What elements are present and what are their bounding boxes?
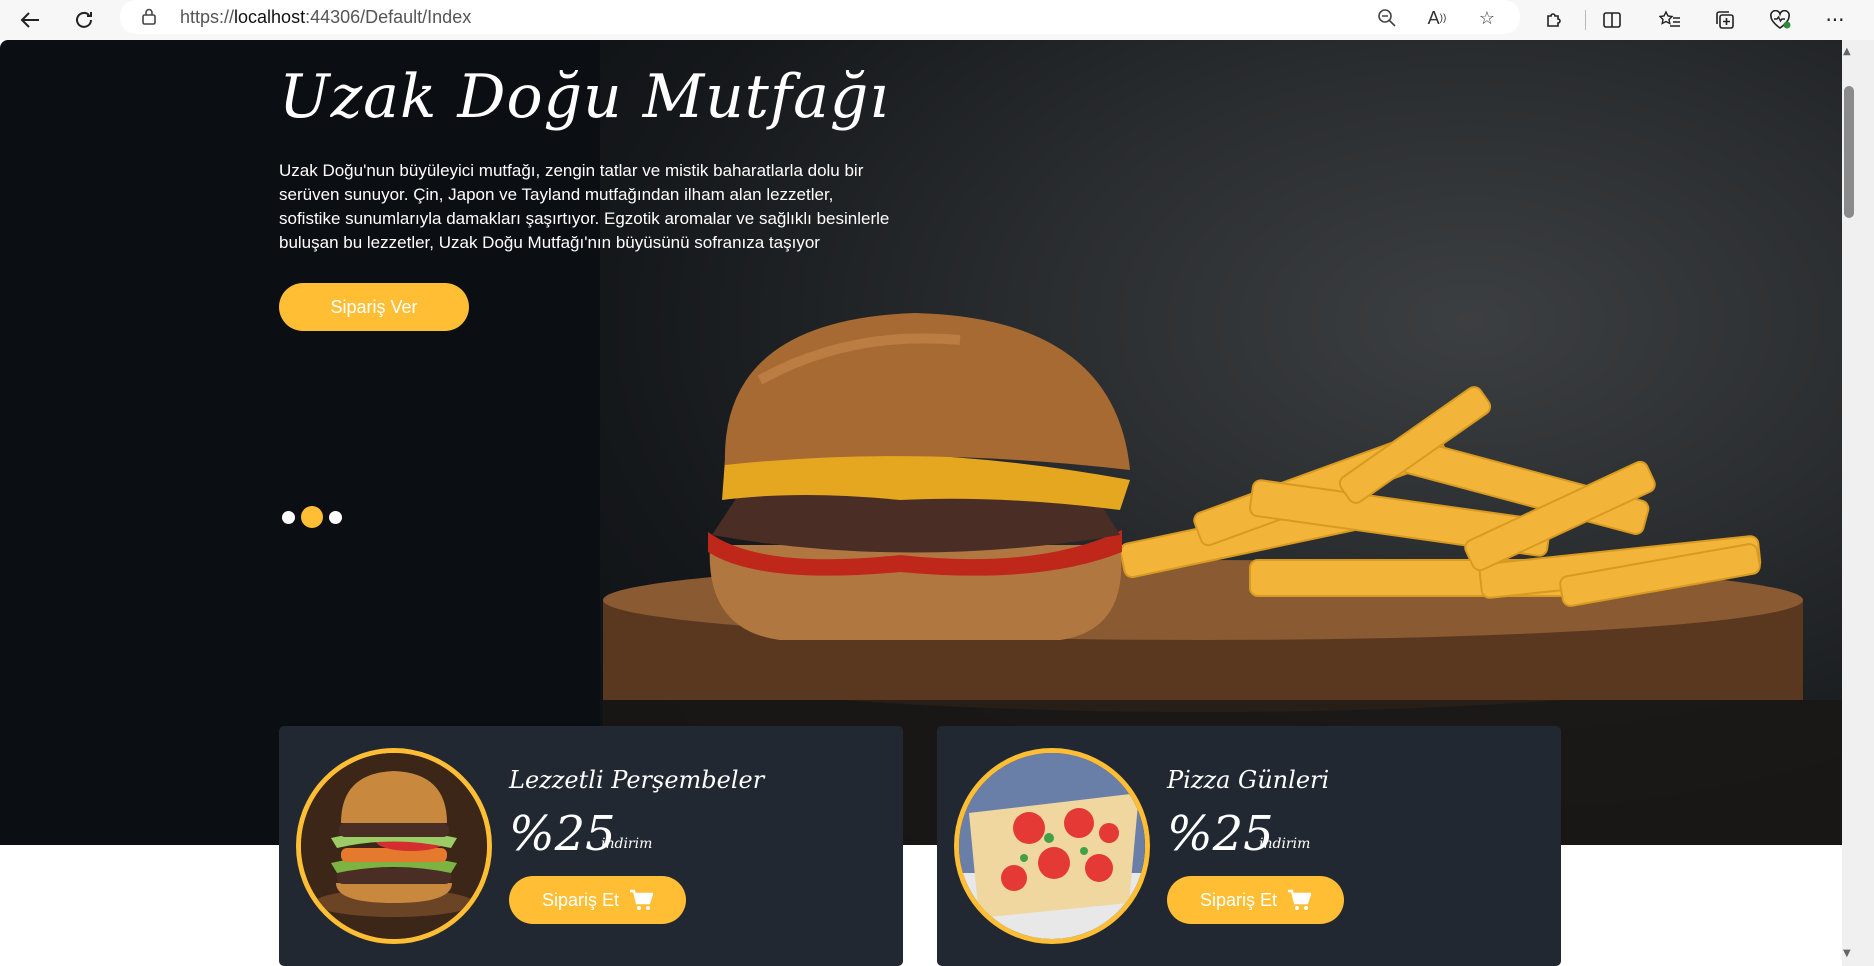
collections-icon[interactable] (1709, 4, 1741, 36)
scrollbar-thumb[interactable] (1844, 86, 1854, 218)
toolbar-divider (1585, 10, 1586, 30)
carousel-dot-1[interactable] (282, 510, 295, 524)
burger-fries-photo (603, 313, 1842, 845)
order-button[interactable]: Sipariş Ver (279, 283, 469, 331)
zoom-out-icon[interactable] (1375, 6, 1399, 30)
offer-card: Lezzetli Perşembeler %25 indirim Sipariş… (279, 726, 903, 966)
offer-percent: %25 (509, 806, 616, 862)
order-now-label: Sipariş Et (541, 889, 620, 910)
order-now-button[interactable]: Sipariş Et (1167, 876, 1344, 924)
carousel-dot-3[interactable] (329, 510, 342, 524)
address-bar[interactable]: https://localhost:44306/Default/Index A)… (120, 0, 1520, 34)
carousel-dot-2[interactable] (301, 506, 323, 528)
hero-section: Uzak Doğu Mutfağı Uzak Doğu'nun büyüleyi… (0, 40, 1842, 845)
order-now-button[interactable]: Sipariş Et (509, 876, 686, 924)
offer-off-label: indirim (1259, 836, 1311, 852)
browser-essentials-icon[interactable] (1764, 4, 1796, 36)
favorite-star-icon[interactable]: ☆ (1475, 6, 1499, 30)
cart-icon (1288, 889, 1312, 910)
url-text[interactable]: https://localhost:44306/Default/Index (180, 7, 471, 28)
back-icon[interactable] (14, 4, 46, 36)
carousel-indicators (282, 506, 342, 528)
scroll-down-arrow-icon[interactable]: ▼ (1843, 948, 1851, 959)
scroll-up-arrow-icon[interactable]: ▲ (1843, 46, 1851, 57)
cart-icon (630, 889, 654, 910)
browser-toolbar: https://localhost:44306/Default/Index A)… (0, 0, 1874, 40)
offer-percent: %25 (1167, 806, 1274, 862)
offer-pizza-image (954, 748, 1150, 944)
split-screen-icon[interactable] (1596, 4, 1628, 36)
hero-description: Uzak Doğu'nun büyüleyici mutfağı, zengin… (279, 161, 890, 252)
lock-icon (142, 8, 156, 25)
page-viewport: Uzak Doğu Mutfağı Uzak Doğu'nun büyüleyi… (0, 40, 1842, 966)
refresh-icon[interactable] (68, 4, 100, 36)
favorites-icon[interactable] (1654, 4, 1686, 36)
extensions-icon[interactable] (1538, 4, 1570, 36)
more-options-icon[interactable]: ··· (1819, 4, 1851, 36)
hero-title: Uzak Doğu Mutfağı (279, 62, 890, 132)
offer-title: Pizza Günleri (1167, 766, 1330, 794)
offer-off-label: indirim (601, 836, 653, 852)
offer-card: Pizza Günleri %25 indirim Sipariş Et (937, 726, 1561, 966)
read-aloud-icon[interactable]: A)) (1425, 6, 1449, 30)
offer-title: Lezzetli Perşembeler (509, 766, 765, 794)
offer-burger-image (296, 748, 492, 944)
order-now-label: Sipariş Et (1199, 889, 1278, 910)
